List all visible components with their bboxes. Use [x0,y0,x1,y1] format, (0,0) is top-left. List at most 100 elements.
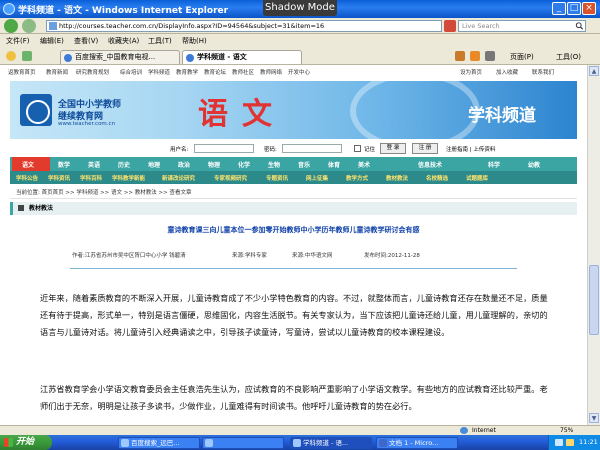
nav-item-chemistry[interactable]: 化学 [238,160,250,169]
tray-icon[interactable] [555,439,563,446]
address-toolbar: http://courses.teacher.com.cn/DisplayInf… [0,18,600,34]
taskbar: 开始 百度搜索_远巴... 学科频道 - 语... 文档 1 - Micro..… [0,435,600,450]
subnav-item[interactable]: 试题题库 [466,174,488,182]
top-link[interactable]: 加入收藏 [496,68,518,76]
close-button[interactable]: × [582,2,596,15]
subnav-item[interactable]: 网上征集 [306,174,328,182]
top-link[interactable]: 综合培训 [120,68,142,76]
tools-menu[interactable]: 工具(O) [556,52,581,62]
search-input[interactable]: Live Search [458,20,586,32]
taskbar-item[interactable] [202,437,284,449]
subnav-item[interactable]: 学科百科 [80,174,102,182]
tab-subject-channel[interactable]: 学科频道 - 语文 [182,50,302,64]
top-link[interactable]: 返教育首页 [8,68,36,76]
register-guide-link[interactable]: 注册指南 | 上传资料 [446,145,495,153]
start-label: 开始 [16,437,35,447]
username-input[interactable] [194,144,254,153]
subnav-item[interactable]: 学科公告 [16,174,38,182]
subnav-item[interactable]: 教学方式 [346,174,368,182]
nav-item-math[interactable]: 数学 [58,160,70,169]
password-label: 密码: [264,147,277,153]
nav-item-art[interactable]: 美术 [358,160,370,169]
nav-item-pe[interactable]: 体育 [328,160,340,169]
nav-item-it[interactable]: 信息技术 [418,160,442,169]
start-button[interactable]: 开始 [0,435,52,450]
home-icon[interactable] [455,51,465,61]
tab-baidu[interactable]: 百度搜索_中国教育电视... [60,50,180,64]
zoom-level[interactable]: 75% [560,427,573,434]
menu-file[interactable]: 文件(F) [6,36,30,46]
article-paragraph: 江苏省教育学会小学语文教育委员会主任袁浩先生认为，应试教育的不良影响严重影响了小… [40,384,548,411]
remember-label: 记住 [364,147,376,153]
menu-view[interactable]: 查看(V) [74,36,98,46]
top-link[interactable]: 教师社区 [232,68,254,76]
ie-icon [3,3,15,15]
menu-edit[interactable]: 编辑(E) [40,36,64,46]
top-link[interactable]: 教育新闻 [46,68,68,76]
subnav-item[interactable]: 专题资讯 [266,174,288,182]
top-link[interactable]: 教育教学 [176,68,198,76]
login-button[interactable]: 登 录 [380,143,406,154]
top-link[interactable]: 研究教育规划 [76,68,109,76]
feeds-icon[interactable] [470,51,480,61]
nav-item-chinese[interactable]: 语文 [22,160,34,169]
site-logo-icon[interactable] [20,94,52,126]
scrollbar-thumb[interactable] [589,265,599,335]
minimize-button[interactable]: _ [552,2,566,15]
forward-button[interactable] [22,19,36,33]
article-divider [70,268,517,269]
register-button[interactable]: 注 册 [412,143,438,154]
subnav-item[interactable]: 专家视频研究 [214,174,247,182]
subnav-item[interactable]: 教材教法 [386,174,408,182]
tray-icon[interactable] [566,439,574,446]
task-label: 文档 1 - Micro... [389,439,439,447]
taskbar-item-active[interactable]: 学科频道 - 语... [290,437,372,449]
scroll-up-icon[interactable]: ▲ [589,66,599,76]
password-input[interactable] [282,144,342,153]
print-icon[interactable] [485,51,495,61]
nav-item-physics[interactable]: 物理 [208,160,220,169]
taskbar-item[interactable]: 百度搜索_远巴... [118,437,200,449]
subnav-item[interactable]: 新课改论研究 [162,174,195,182]
address-input[interactable]: http://courses.teacher.com.cn/DisplayInf… [46,20,442,32]
top-link[interactable]: 教师网络 [260,68,282,76]
top-link[interactable]: 设为首页 [460,68,482,76]
word-task-icon [379,439,387,447]
nav-item-preschool[interactable]: 幼教 [528,160,540,169]
page-menu[interactable]: 页面(P) [510,52,534,62]
menu-favorites[interactable]: 收藏夹(A) [108,36,139,46]
top-link[interactable]: 联系我们 [532,68,554,76]
top-link[interactable]: 教育论坛 [204,68,226,76]
stop-icon[interactable] [444,20,456,32]
nav-item-history[interactable]: 历史 [118,160,130,169]
window-title: 学科频道 - 语文 - Windows Internet Explorer [18,6,229,16]
ie-task-icon [121,439,129,447]
maximize-button[interactable]: □ [567,2,581,15]
subnav-item[interactable]: 名校精选 [426,174,448,182]
search-icon[interactable] [575,22,584,30]
favorites-star-icon[interactable] [6,51,16,61]
top-link[interactable]: 开发中心 [288,68,310,76]
login-bar: 用户名: 密码: 记住 登 录 注 册 注册指南 | 上传资料 [10,143,577,155]
task-label: 百度搜索_远巴... [131,439,180,447]
nav-item-music[interactable]: 音乐 [298,160,310,169]
status-bar: Internet 75% [0,425,600,435]
remember-checkbox[interactable] [354,145,361,152]
add-favorites-icon[interactable] [22,51,32,61]
taskbar-item[interactable]: 文档 1 - Micro... [376,437,458,449]
nav-item-politics[interactable]: 政治 [178,160,190,169]
subnav-item[interactable]: 学科资讯 [48,174,70,182]
nav-item-english[interactable]: 英语 [88,160,100,169]
vertical-scrollbar[interactable]: ▲ ▼ [587,65,600,425]
scroll-down-icon[interactable]: ▼ [589,413,599,423]
top-link[interactable]: 学科频道 [148,68,170,76]
ie-task-icon [205,439,213,447]
nav-item-science[interactable]: 科学 [488,160,500,169]
nav-item-biology[interactable]: 生物 [268,160,280,169]
org-url: www.teacher.com.cn [58,121,116,127]
back-button[interactable] [4,19,18,33]
subnav-item[interactable]: 学科教学新能 [112,174,145,182]
nav-item-geography[interactable]: 地理 [148,160,160,169]
menu-help[interactable]: 帮助(H) [182,36,207,46]
menu-tools[interactable]: 工具(T) [148,36,172,46]
